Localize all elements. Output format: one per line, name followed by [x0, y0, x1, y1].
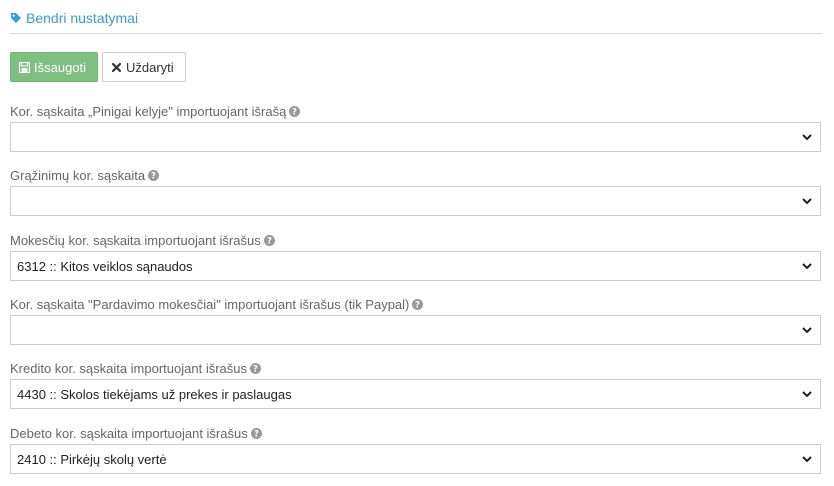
field-label-text: Kor. sąskaita „Pinigai kelyje" importuoj…	[10, 103, 287, 119]
save-button[interactable]: Išsaugoti	[10, 52, 98, 82]
field-label: Mokesčių kor. sąskaita importuojant išra…	[10, 231, 821, 249]
chevron-down-icon	[802, 389, 812, 399]
field-label: Kor. sąskaita „Pinigai kelyje" importuoj…	[10, 102, 821, 120]
select-pardavimo-mokesciai[interactable]	[10, 315, 821, 345]
select-value: 2410 :: Pirkėjų skolų vertė	[17, 451, 167, 467]
section-header: Bendri nustatymai	[10, 0, 822, 34]
field-label: Debeto kor. sąskaita importuojant išrašu…	[10, 424, 821, 442]
settings-page: Bendri nustatymai Išsaugoti Uždaryti Kor…	[0, 0, 834, 486]
field-kredito: Kredito kor. sąskaita importuojant išraš…	[10, 359, 821, 409]
question-circle-icon[interactable]: ?	[148, 169, 160, 181]
chevron-down-icon	[802, 261, 812, 271]
chevron-down-icon	[802, 196, 812, 206]
field-label-text: Kredito kor. sąskaita importuojant išraš…	[10, 360, 247, 376]
select-kredito[interactable]: 4430 :: Skolos tiekėjams už prekes ir pa…	[10, 379, 821, 409]
field-debeto: Debeto kor. sąskaita importuojant išrašu…	[10, 424, 821, 474]
field-pinigai-kelyje: Kor. sąskaita „Pinigai kelyje" importuoj…	[10, 102, 821, 152]
close-icon	[111, 62, 122, 73]
svg-text:?: ?	[267, 236, 272, 245]
field-label-text: Grąžinimų kor. sąskaita	[10, 167, 146, 183]
question-circle-icon[interactable]: ?	[250, 427, 262, 439]
field-pardavimo-mokesciai: Kor. sąskaita "Pardavimo mokesčiai" impo…	[10, 295, 821, 345]
save-button-label: Išsaugoti	[34, 59, 87, 75]
close-button[interactable]: Uždaryti	[102, 52, 186, 82]
field-grazinimu: Grąžinimų kor. sąskaita ?	[10, 166, 821, 216]
question-circle-icon[interactable]: ?	[263, 234, 275, 246]
select-mokesciu[interactable]: 6312 :: Kitos veiklos sąnaudos	[10, 251, 821, 281]
toolbar: Išsaugoti Uždaryti	[10, 52, 822, 82]
question-circle-icon[interactable]: ?	[412, 298, 424, 310]
svg-text:?: ?	[254, 429, 259, 438]
field-mokesciu: Mokesčių kor. sąskaita importuojant išra…	[10, 231, 821, 281]
question-circle-icon[interactable]: ?	[250, 362, 261, 374]
svg-text:?: ?	[253, 364, 258, 373]
chevron-down-icon	[802, 325, 812, 335]
close-button-label: Uždaryti	[126, 59, 174, 75]
select-pinigai-kelyje[interactable]	[10, 122, 821, 152]
chevron-down-icon	[802, 132, 812, 142]
section-title: Bendri nustatymai	[26, 9, 139, 26]
svg-text:?: ?	[151, 171, 156, 180]
field-label: Kor. sąskaita "Pardavimo mokesčiai" impo…	[10, 295, 821, 313]
field-label-text: Kor. sąskaita "Pardavimo mokesčiai" impo…	[10, 296, 410, 312]
tag-icon	[10, 12, 22, 24]
question-circle-icon[interactable]: ?	[289, 105, 301, 117]
field-label-text: Mokesčių kor. sąskaita importuojant išra…	[10, 232, 261, 248]
select-value: 4430 :: Skolos tiekėjams už prekes ir pa…	[17, 386, 292, 402]
svg-text:?: ?	[292, 107, 297, 116]
field-label: Grąžinimų kor. sąskaita ?	[10, 166, 821, 184]
field-label-text: Debeto kor. sąskaita importuojant išrašu…	[10, 425, 248, 441]
field-label: Kredito kor. sąskaita importuojant išraš…	[10, 359, 821, 377]
select-grazinimu[interactable]	[10, 186, 821, 216]
select-value: 6312 :: Kitos veiklos sąnaudos	[17, 258, 193, 274]
svg-text:?: ?	[415, 300, 420, 309]
chevron-down-icon	[802, 454, 812, 464]
select-debeto[interactable]: 2410 :: Pirkėjų skolų vertė	[10, 444, 821, 474]
floppy-disk-icon	[19, 61, 30, 73]
